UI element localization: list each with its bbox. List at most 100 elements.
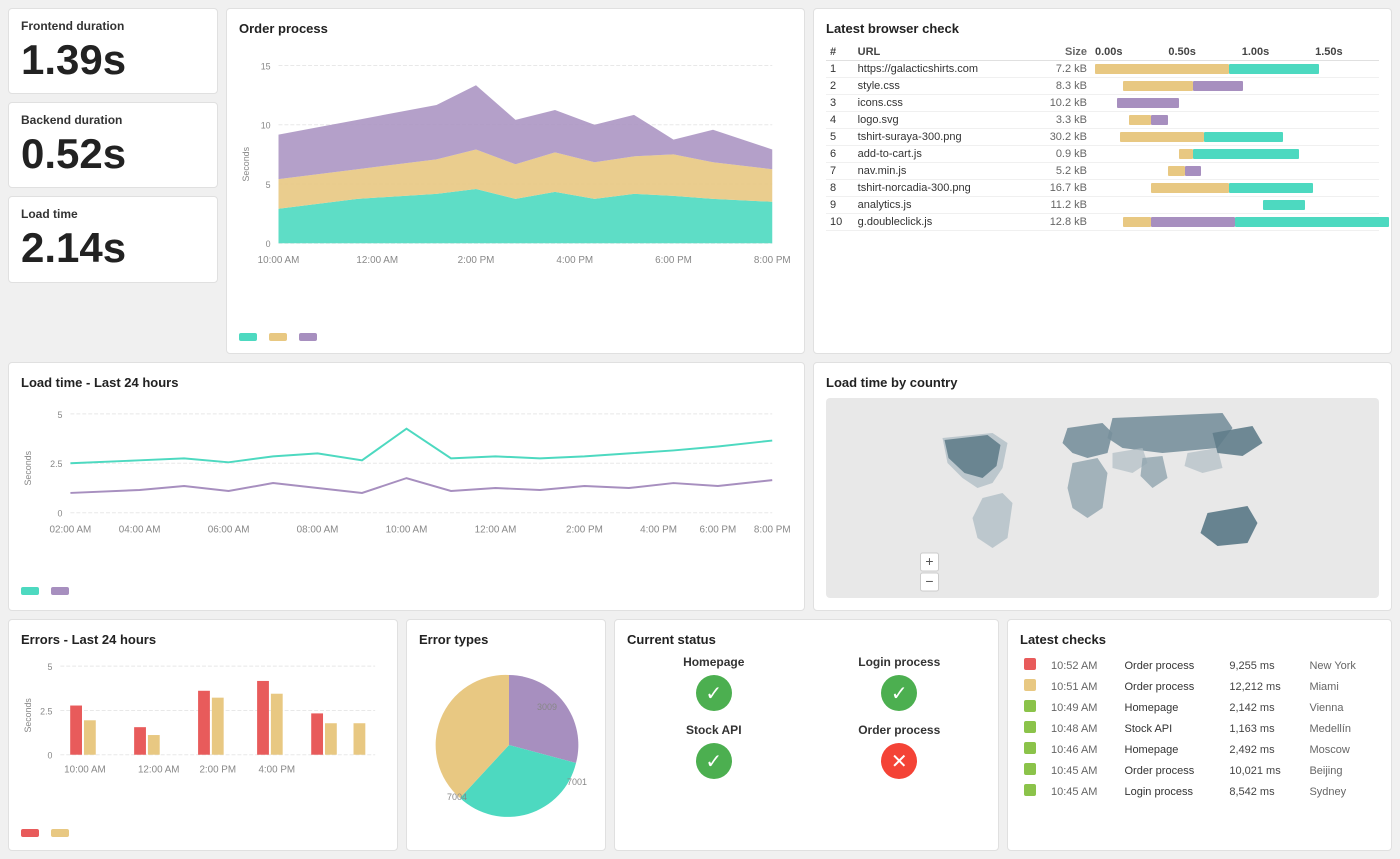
check-row: 10:45 AM Order process 10,021 ms Beijing xyxy=(1020,760,1379,781)
check-ms: 1,163 ms xyxy=(1225,718,1305,739)
bc-bars xyxy=(1091,129,1379,146)
check-name: Login process xyxy=(1121,781,1226,802)
bc-size: 16.7 kB xyxy=(1029,180,1091,197)
check-ms: 10,021 ms xyxy=(1225,760,1305,781)
orderprocess-label: Order process xyxy=(858,723,940,737)
bc-num: 5 xyxy=(826,129,854,146)
stockapi-icon: ✓ xyxy=(696,743,732,779)
check-row: 10:52 AM Order process 9,255 ms New York xyxy=(1020,655,1379,676)
error-types-title: Error types xyxy=(419,632,593,647)
loadtime-value: 2.14s xyxy=(21,225,205,271)
bc-row: 3 icons.css 10.2 kB xyxy=(826,95,1379,112)
svg-text:2:00 PM: 2:00 PM xyxy=(566,524,603,535)
svg-text:0: 0 xyxy=(266,239,271,249)
bc-size: 0.9 kB xyxy=(1029,146,1091,163)
login-icon: ✓ xyxy=(881,675,917,711)
bc-num: 9 xyxy=(826,197,854,214)
bc-bars xyxy=(1091,61,1379,78)
bc-num: 6 xyxy=(826,146,854,163)
bc-url: g.doubleclick.js xyxy=(854,214,1029,231)
check-name: Homepage xyxy=(1121,697,1226,718)
svg-text:12:00 AM: 12:00 AM xyxy=(475,524,517,535)
svg-text:2.5: 2.5 xyxy=(50,459,62,469)
latest-checks-table: 10:52 AM Order process 9,255 ms New York… xyxy=(1020,655,1379,802)
svg-text:08:00 AM: 08:00 AM xyxy=(297,524,339,535)
latest-checks-panel: Latest checks 10:52 AM Order process 9,2… xyxy=(1007,619,1392,851)
check-time: 10:45 AM xyxy=(1047,760,1121,781)
bc-num: 8 xyxy=(826,180,854,197)
login-label: Login process xyxy=(858,655,940,669)
bc-num: 2 xyxy=(826,78,854,95)
check-location: Vienna xyxy=(1305,697,1379,718)
svg-text:4:00 PM: 4:00 PM xyxy=(556,255,593,266)
check-color xyxy=(1020,676,1047,697)
svg-text:8:00 PM: 8:00 PM xyxy=(754,255,791,266)
frontend-label: Frontend duration xyxy=(21,19,205,33)
svg-text:0: 0 xyxy=(58,509,63,519)
bc-bars xyxy=(1091,112,1379,129)
bc-url: analytics.js xyxy=(854,197,1029,214)
svg-text:12:00 AM: 12:00 AM xyxy=(356,255,398,266)
backend-value: 0.52s xyxy=(21,131,205,177)
legend-teal xyxy=(239,333,257,341)
browser-check-panel: Latest browser check #URLSize0.00s 0.50s… xyxy=(813,8,1392,354)
svg-text:+: + xyxy=(925,553,933,569)
bc-size: 10.2 kB xyxy=(1029,95,1091,112)
check-time: 10:46 AM xyxy=(1047,739,1121,760)
svg-text:2:00 PM: 2:00 PM xyxy=(199,764,236,775)
check-time: 10:49 AM xyxy=(1047,697,1121,718)
loadtime-label: Load time xyxy=(21,207,205,221)
row3: Errors - Last 24 hours 5 2.5 0 Seconds xyxy=(8,619,1392,851)
browser-check-table: #URLSize0.00s 0.50s 1.00s 1.50s 1 https:… xyxy=(826,44,1379,231)
svg-text:Seconds: Seconds xyxy=(23,698,33,733)
check-time: 10:45 AM xyxy=(1047,781,1121,802)
bc-num: 7 xyxy=(826,163,854,180)
check-ms: 12,212 ms xyxy=(1225,676,1305,697)
svg-text:6:00 PM: 6:00 PM xyxy=(699,524,736,535)
browser-check-title: Latest browser check xyxy=(826,21,1379,36)
svg-text:5: 5 xyxy=(266,180,271,190)
svg-text:8:00 PM: 8:00 PM xyxy=(754,524,791,535)
svg-text:06:00 AM: 06:00 AM xyxy=(208,524,250,535)
load-by-country-title: Load time by country xyxy=(826,375,1379,390)
bc-row: 1 https://galacticshirts.com 7.2 kB xyxy=(826,61,1379,78)
check-location: New York xyxy=(1305,655,1379,676)
bc-num: 1 xyxy=(826,61,854,78)
svg-text:6:00 PM: 6:00 PM xyxy=(655,255,692,266)
svg-text:5: 5 xyxy=(48,662,53,672)
check-row: 10:46 AM Homepage 2,492 ms Moscow xyxy=(1020,739,1379,760)
error-types-chart: 3009 7001 7004 xyxy=(419,655,599,835)
errors-24h-chart: 5 2.5 0 Seconds xyxy=(21,655,385,820)
svg-text:5: 5 xyxy=(58,410,63,420)
bc-size: 8.3 kB xyxy=(1029,78,1091,95)
backend-duration-panel: Backend duration 0.52s xyxy=(8,102,218,188)
error-types-panel: Error types 3009 7001 7004 xyxy=(406,619,606,851)
load-time-24h-chart: 5 2.5 0 Seconds 02:00 AM 04:00 AM 06:00 … xyxy=(21,398,792,578)
bc-url: https://galacticshirts.com xyxy=(854,61,1029,78)
check-ms: 9,255 ms xyxy=(1225,655,1305,676)
svg-text:−: − xyxy=(925,573,933,589)
check-ms: 2,492 ms xyxy=(1225,739,1305,760)
check-time: 10:52 AM xyxy=(1047,655,1121,676)
bc-size: 5.2 kB xyxy=(1029,163,1091,180)
check-name: Stock API xyxy=(1121,718,1226,739)
check-name: Order process xyxy=(1121,655,1226,676)
bc-url: add-to-cart.js xyxy=(854,146,1029,163)
check-color xyxy=(1020,739,1047,760)
status-stockapi: Stock API ✓ xyxy=(627,723,801,779)
bc-bars xyxy=(1091,163,1379,180)
check-color xyxy=(1020,697,1047,718)
svg-text:02:00 AM: 02:00 AM xyxy=(50,524,92,535)
order-process-legend xyxy=(239,333,792,341)
status-grid: Homepage ✓ Login process ✓ Stock API ✓ O… xyxy=(627,655,986,779)
bc-row: 10 g.doubleclick.js 12.8 kB xyxy=(826,214,1379,231)
current-status-panel: Current status Homepage ✓ Login process … xyxy=(614,619,999,851)
order-process-title: Order process xyxy=(239,21,792,36)
bc-row: 2 style.css 8.3 kB xyxy=(826,78,1379,95)
stockapi-label: Stock API xyxy=(686,723,742,737)
check-color xyxy=(1020,760,1047,781)
order-process-panel: Order process 15 10 5 0 Seconds 10:00 AM… xyxy=(226,8,805,354)
svg-text:10:00 AM: 10:00 AM xyxy=(258,255,300,266)
check-row: 10:51 AM Order process 12,212 ms Miami xyxy=(1020,676,1379,697)
status-homepage: Homepage ✓ xyxy=(627,655,801,711)
